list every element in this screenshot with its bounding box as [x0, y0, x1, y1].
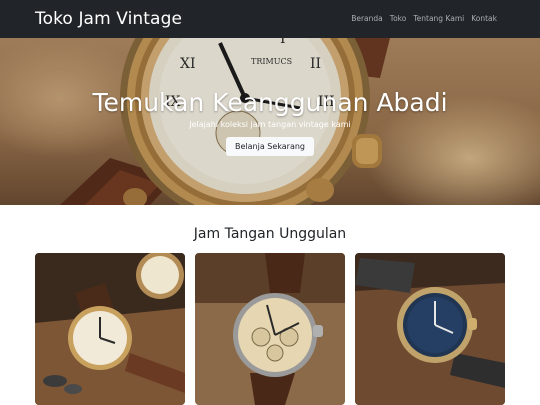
product-card-2[interactable] [195, 253, 345, 405]
navbar: Toko Jam Vintage Beranda Toko Tentang Ka… [0, 0, 540, 38]
shop-now-button[interactable]: Belanja Sekarang [226, 137, 314, 156]
product-image-2 [195, 253, 345, 405]
product-image-3 [355, 253, 505, 405]
hero-subtitle: Jelajahi koleksi jam tangan vintage kami [189, 120, 351, 129]
brand-logo-link[interactable]: Toko Jam Vintage [35, 8, 182, 30]
nav-links: Beranda Toko Tentang Kami Kontak [351, 13, 497, 24]
featured-section-title: Jam Tangan Unggulan [193, 226, 347, 242]
hero-banner: I II III XI IX IV TRIMUCS Temukan Keangg… [0, 38, 540, 205]
nav-link-kontak[interactable]: Kontak [471, 13, 497, 24]
product-image-1 [35, 253, 185, 405]
hero-title: Temukan Keanggunan Abadi [92, 88, 448, 117]
product-card-3[interactable] [355, 253, 505, 405]
nav-link-tentang-kami[interactable]: Tentang Kami [413, 13, 464, 24]
nav-link-toko[interactable]: Toko [390, 13, 407, 24]
nav-link-beranda[interactable]: Beranda [351, 13, 383, 24]
product-card-1[interactable] [35, 253, 185, 405]
